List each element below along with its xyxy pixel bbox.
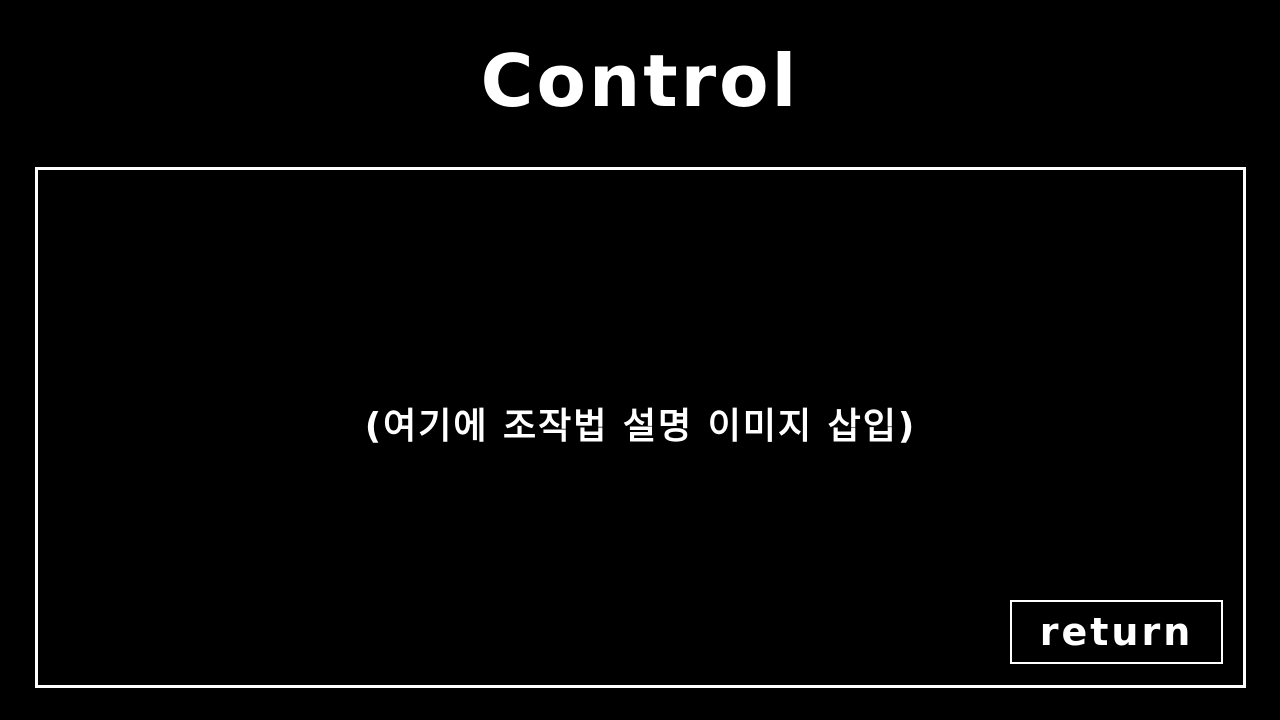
- return-button[interactable]: return: [1010, 600, 1223, 664]
- controls-panel: (여기에 조작법 설명 이미지 삽입) return: [35, 167, 1246, 688]
- screen-title: Control: [480, 39, 800, 123]
- controls-image-placeholder: (여기에 조작법 설명 이미지 삽입): [364, 406, 917, 447]
